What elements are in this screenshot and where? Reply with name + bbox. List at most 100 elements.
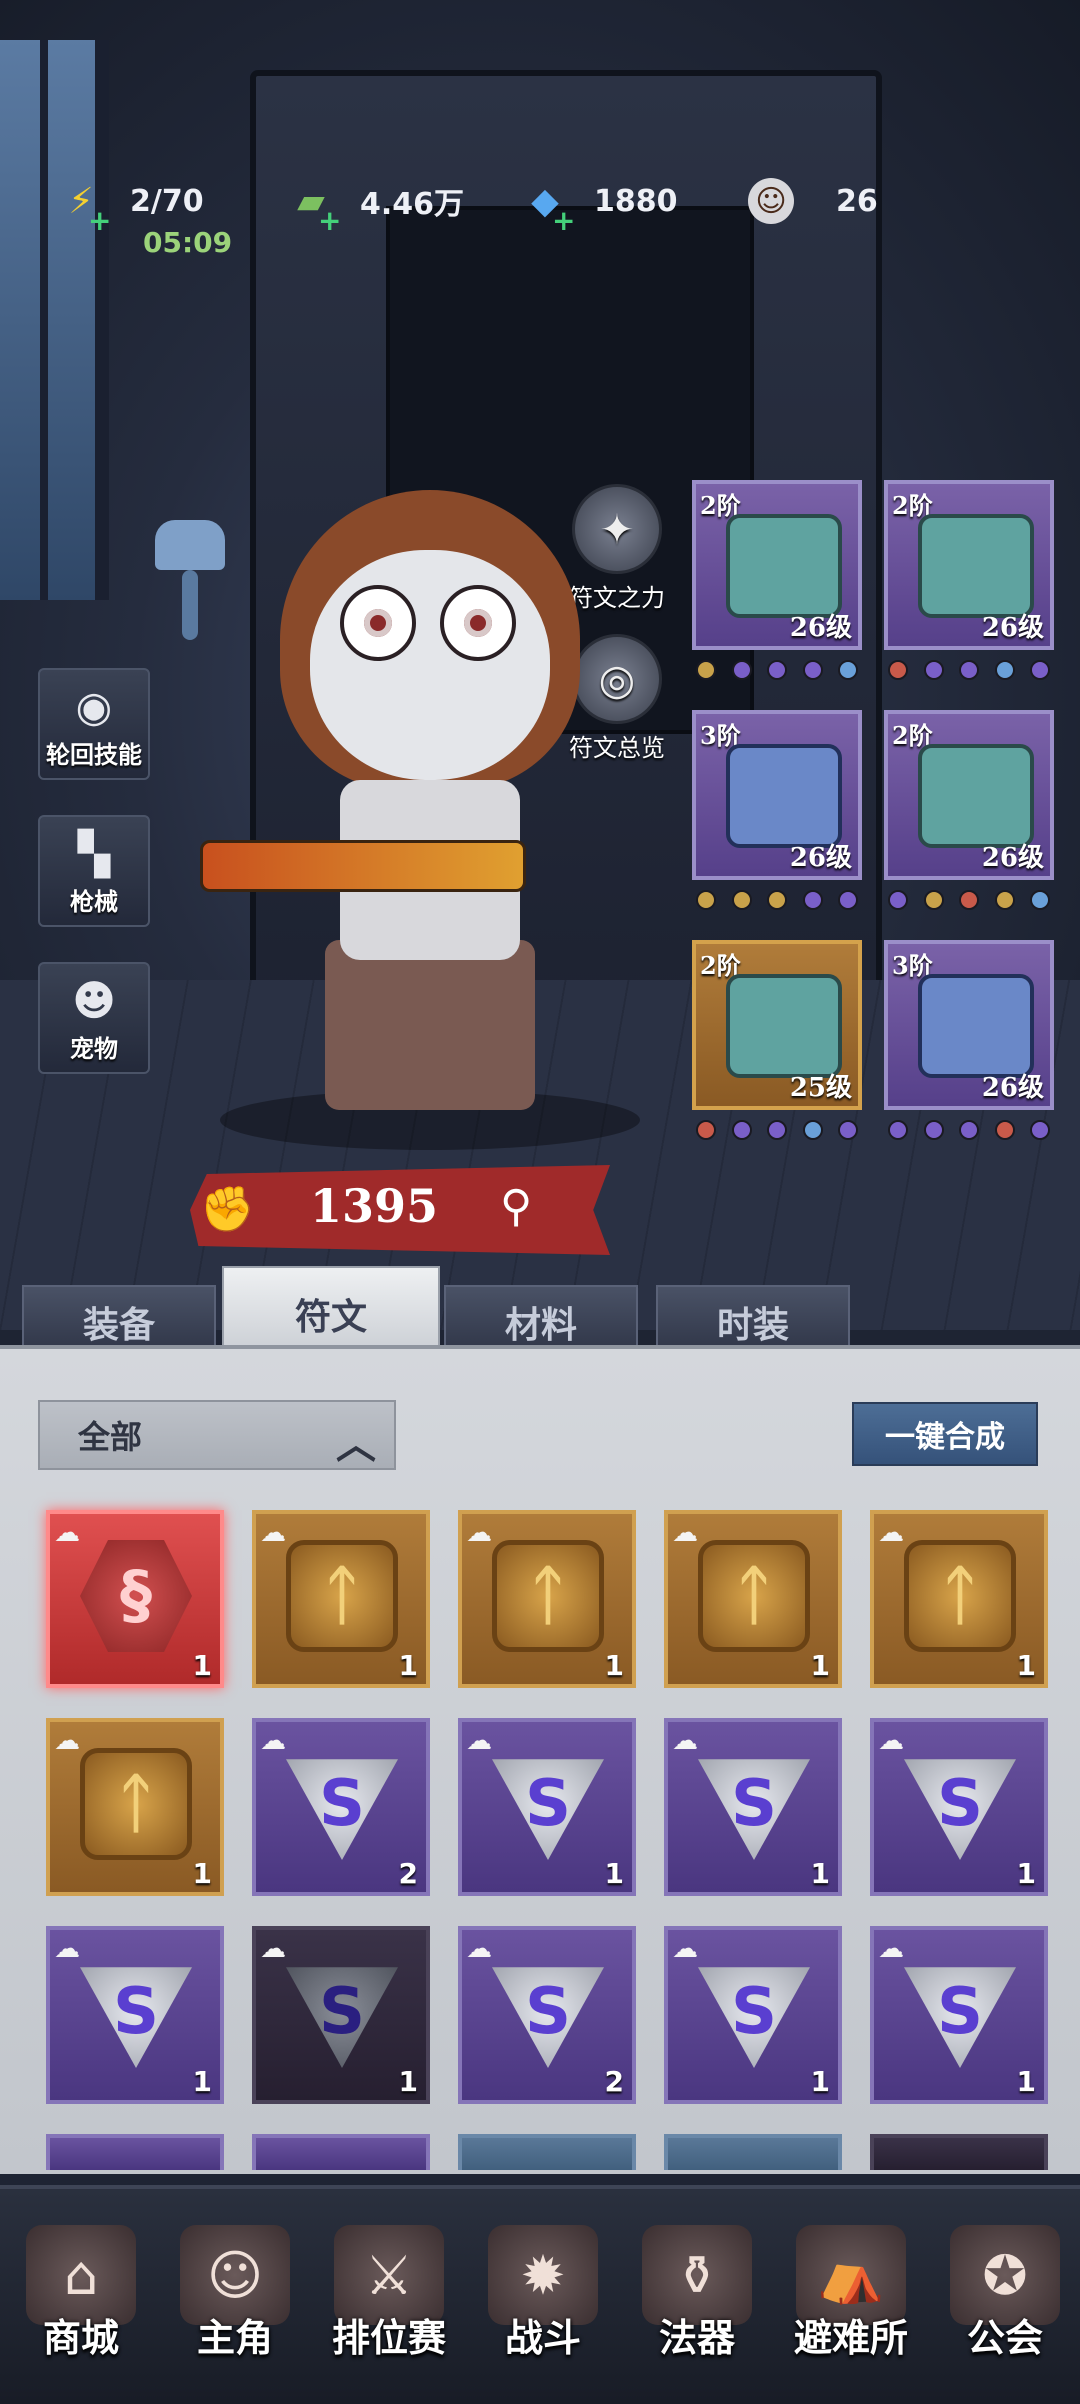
- rune-item[interactable]: ☁ ᛏ 1: [664, 1510, 842, 1688]
- fist-icon: ✊: [200, 1184, 255, 1235]
- window: [0, 40, 109, 600]
- rune-item[interactable]: ☁ S 1: [870, 1926, 1048, 2104]
- rune-item[interactable]: ☁ S 1: [458, 1718, 636, 1896]
- rune-gem-icon: S: [80, 1967, 192, 2068]
- gem-socket: [959, 890, 979, 910]
- rune-count: 1: [810, 2065, 830, 2098]
- rune-item[interactable]: ☁ S 1: [870, 1718, 1048, 1896]
- rune-item[interactable]: ☁ S 1: [252, 1926, 430, 2104]
- one-click-synthesize-button[interactable]: 一键合成: [852, 1402, 1038, 1466]
- rune-item[interactable]: ☁ S 1: [664, 1718, 842, 1896]
- gem-socket: [696, 890, 716, 910]
- gem-socket: [802, 890, 823, 910]
- gem-socket: [767, 1120, 787, 1140]
- nav-label: 公会: [966, 2315, 1043, 2360]
- rune-item[interactable]: ☁ ᛏ 1: [252, 1510, 430, 1688]
- rune-count: 1: [192, 1649, 212, 1682]
- player-character[interactable]: [200, 490, 620, 1130]
- add-cash-icon[interactable]: +: [318, 204, 341, 237]
- gem-socket: [731, 890, 752, 910]
- equipment-level: 26级: [981, 613, 1044, 643]
- scarf-icon: [918, 514, 1034, 618]
- rune-item[interactable]: ☁ S 1: [46, 1926, 224, 2104]
- nav-guild[interactable]: ✪ 公会: [930, 2225, 1080, 2362]
- rune-count: 2: [604, 2065, 624, 2098]
- gem-socket: [959, 1120, 979, 1140]
- gem-socket: [802, 660, 823, 680]
- nav-ranked[interactable]: ⚔ 排位赛: [314, 2225, 464, 2362]
- reincarnation-skill-label: 轮回技能: [46, 741, 142, 769]
- rune-item[interactable]: ☁ S 2: [252, 1718, 430, 1896]
- firearms-button[interactable]: ▚ 枪械: [38, 815, 150, 927]
- rune-slot-icon: ☁: [878, 1518, 904, 1548]
- gem-socket-row: [692, 660, 862, 682]
- diamond-counter[interactable]: ◆ + 1880: [522, 178, 677, 238]
- nav-battle[interactable]: ✹ 战斗: [468, 2225, 618, 2362]
- equipment-slot-cap[interactable]: 2阶 26级: [692, 480, 862, 650]
- pet-face-icon: ☻: [72, 976, 116, 1025]
- rune-item-partial[interactable]: [664, 2134, 842, 2170]
- equipment-level: 26级: [789, 613, 852, 643]
- rune-item[interactable]: ☁ S 2: [458, 1926, 636, 2104]
- gem-socket: [1030, 890, 1050, 910]
- equipped-gun: [200, 840, 526, 892]
- player-counter[interactable]: ☺ 26: [748, 178, 878, 224]
- shoes-icon: [726, 974, 842, 1078]
- equipment-slot-shoes[interactable]: 2阶 25级: [692, 940, 862, 1110]
- rune-gem-icon: S: [286, 1967, 398, 2068]
- rune-count: 1: [604, 1857, 624, 1890]
- magnifier-icon[interactable]: ⚲: [500, 1181, 532, 1232]
- gem-socket: [767, 660, 787, 680]
- add-diamond-icon[interactable]: +: [552, 204, 575, 237]
- equipment-slot-jacket[interactable]: 3阶 26级: [692, 710, 862, 880]
- rune-count: 1: [810, 1649, 830, 1682]
- gem-socket-row: [884, 890, 1054, 912]
- rune-item[interactable]: ☁ ᛏ 1: [870, 1510, 1048, 1688]
- eye-swirl-icon: ◉: [75, 682, 113, 731]
- energy-timer: 05:09: [143, 226, 233, 259]
- cash-counter[interactable]: ▰ + 4.46万: [288, 178, 464, 238]
- rune-slot-icon: ☁: [672, 1518, 698, 1548]
- gem-socket: [888, 890, 908, 910]
- nav-hero[interactable]: ☺ 主角: [160, 2225, 310, 2362]
- rune-count: 1: [398, 2065, 418, 2098]
- rune-item-partial[interactable]: [458, 2134, 636, 2170]
- filter-dropdown[interactable]: 全部 ︿: [38, 1400, 396, 1470]
- rune-slot-icon: ☁: [466, 1934, 492, 1964]
- equipment-slot-pants[interactable]: 2阶 26级: [884, 710, 1054, 880]
- player-avatar-icon: ☺: [748, 178, 794, 224]
- rune-count: 1: [192, 2065, 212, 2098]
- nav-shop[interactable]: ⌂ 商城: [6, 2225, 156, 2362]
- rune-item-partial[interactable]: [870, 2134, 1048, 2170]
- energy-counter[interactable]: ⚡ + 2/70: [58, 178, 203, 238]
- rune-count: 1: [1016, 2065, 1036, 2098]
- glove-icon: [918, 974, 1034, 1078]
- filter-label: 全部: [78, 1418, 143, 1456]
- rune-item[interactable]: ☁ § 1: [46, 1510, 224, 1688]
- pet-button[interactable]: ☻ 宠物: [38, 962, 150, 1074]
- nav-artifact[interactable]: ⚱ 法器: [622, 2225, 772, 2362]
- gem-socket: [1030, 1120, 1050, 1140]
- gem-socket: [731, 660, 752, 680]
- gem-socket: [767, 890, 787, 910]
- gem-socket-row: [692, 890, 862, 912]
- rune-gem-icon: §: [80, 1540, 192, 1652]
- gem-socket: [994, 890, 1015, 910]
- reincarnation-skill-button[interactable]: ◉ 轮回技能: [38, 668, 150, 780]
- rune-count: 1: [192, 1857, 212, 1890]
- equipment-slot-glove[interactable]: 3阶 26级: [884, 940, 1054, 1110]
- gem-socket: [923, 1120, 944, 1140]
- rune-item[interactable]: ☁ S 1: [664, 1926, 842, 2104]
- player-value: 26: [836, 183, 878, 219]
- rune-slot-icon: ☁: [466, 1726, 492, 1756]
- gem-socket: [994, 660, 1015, 680]
- add-energy-icon[interactable]: +: [88, 204, 111, 237]
- rune-item[interactable]: ☁ ᛏ 1: [46, 1718, 224, 1896]
- rune-item[interactable]: ☁ ᛏ 1: [458, 1510, 636, 1688]
- rune-item-partial[interactable]: [252, 2134, 430, 2170]
- rune-slot-icon: ☁: [54, 1934, 80, 1964]
- equipment-level: 25级: [789, 1073, 852, 1103]
- equipment-slot-scarf[interactable]: 2阶 26级: [884, 480, 1054, 650]
- rune-item-partial[interactable]: [46, 2134, 224, 2170]
- nav-shelter[interactable]: ⛺ 避难所: [776, 2225, 926, 2362]
